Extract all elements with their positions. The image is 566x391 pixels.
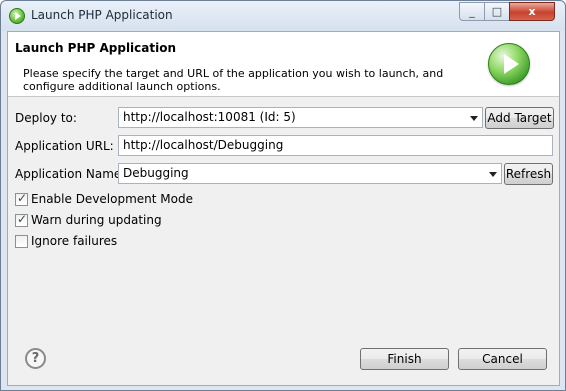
app-icon <box>9 8 25 24</box>
title-bar[interactable]: Launch PHP Application _ □ x <box>1 1 565 31</box>
help-icon[interactable]: ? <box>25 348 46 369</box>
close-button[interactable]: x <box>509 2 555 21</box>
minimize-button[interactable]: _ <box>459 2 485 21</box>
chevron-down-icon <box>470 116 478 121</box>
add-target-button[interactable]: Add Target <box>485 107 554 129</box>
header-title: Launch PHP Application <box>15 41 177 55</box>
application-name-select[interactable]: Debugging <box>118 163 502 184</box>
option-label: Enable Development Mode <box>31 192 193 206</box>
deploy-target-value: http://localhost:10081 (Id: 5) <box>123 110 296 124</box>
dialog-body: Launch PHP Application Please specify th… <box>7 31 560 386</box>
application-url-label: Application URL: <box>15 139 114 153</box>
application-name-value: Debugging <box>123 166 189 180</box>
checkbox-unchecked[interactable] <box>15 235 28 248</box>
finish-button[interactable]: Finish <box>360 348 449 370</box>
maximize-button[interactable]: □ <box>484 2 510 21</box>
option-label: Ignore failures <box>31 234 118 248</box>
window-title: Launch PHP Application <box>31 8 173 22</box>
dialog-header: Launch PHP Application Please specify th… <box>8 32 559 97</box>
cancel-button[interactable]: Cancel <box>458 348 547 370</box>
checkbox-checked[interactable] <box>15 191 28 206</box>
chevron-down-icon <box>489 172 497 177</box>
run-icon <box>488 43 530 85</box>
refresh-button[interactable]: Refresh <box>504 163 553 185</box>
option-label: Warn during updating <box>31 213 162 227</box>
checkbox-checked[interactable] <box>15 212 28 227</box>
launch-dialog-window: Launch PHP Application _ □ x Launch PHP … <box>0 0 566 391</box>
application-url-input[interactable]: http://localhost/Debugging <box>118 135 553 156</box>
deploy-target-select[interactable]: http://localhost:10081 (Id: 5) <box>118 107 483 128</box>
deploy-to-label: Deploy to: <box>15 111 77 125</box>
application-name-label: Application Name: <box>15 167 126 181</box>
header-description: Please specify the target and URL of the… <box>23 67 444 93</box>
